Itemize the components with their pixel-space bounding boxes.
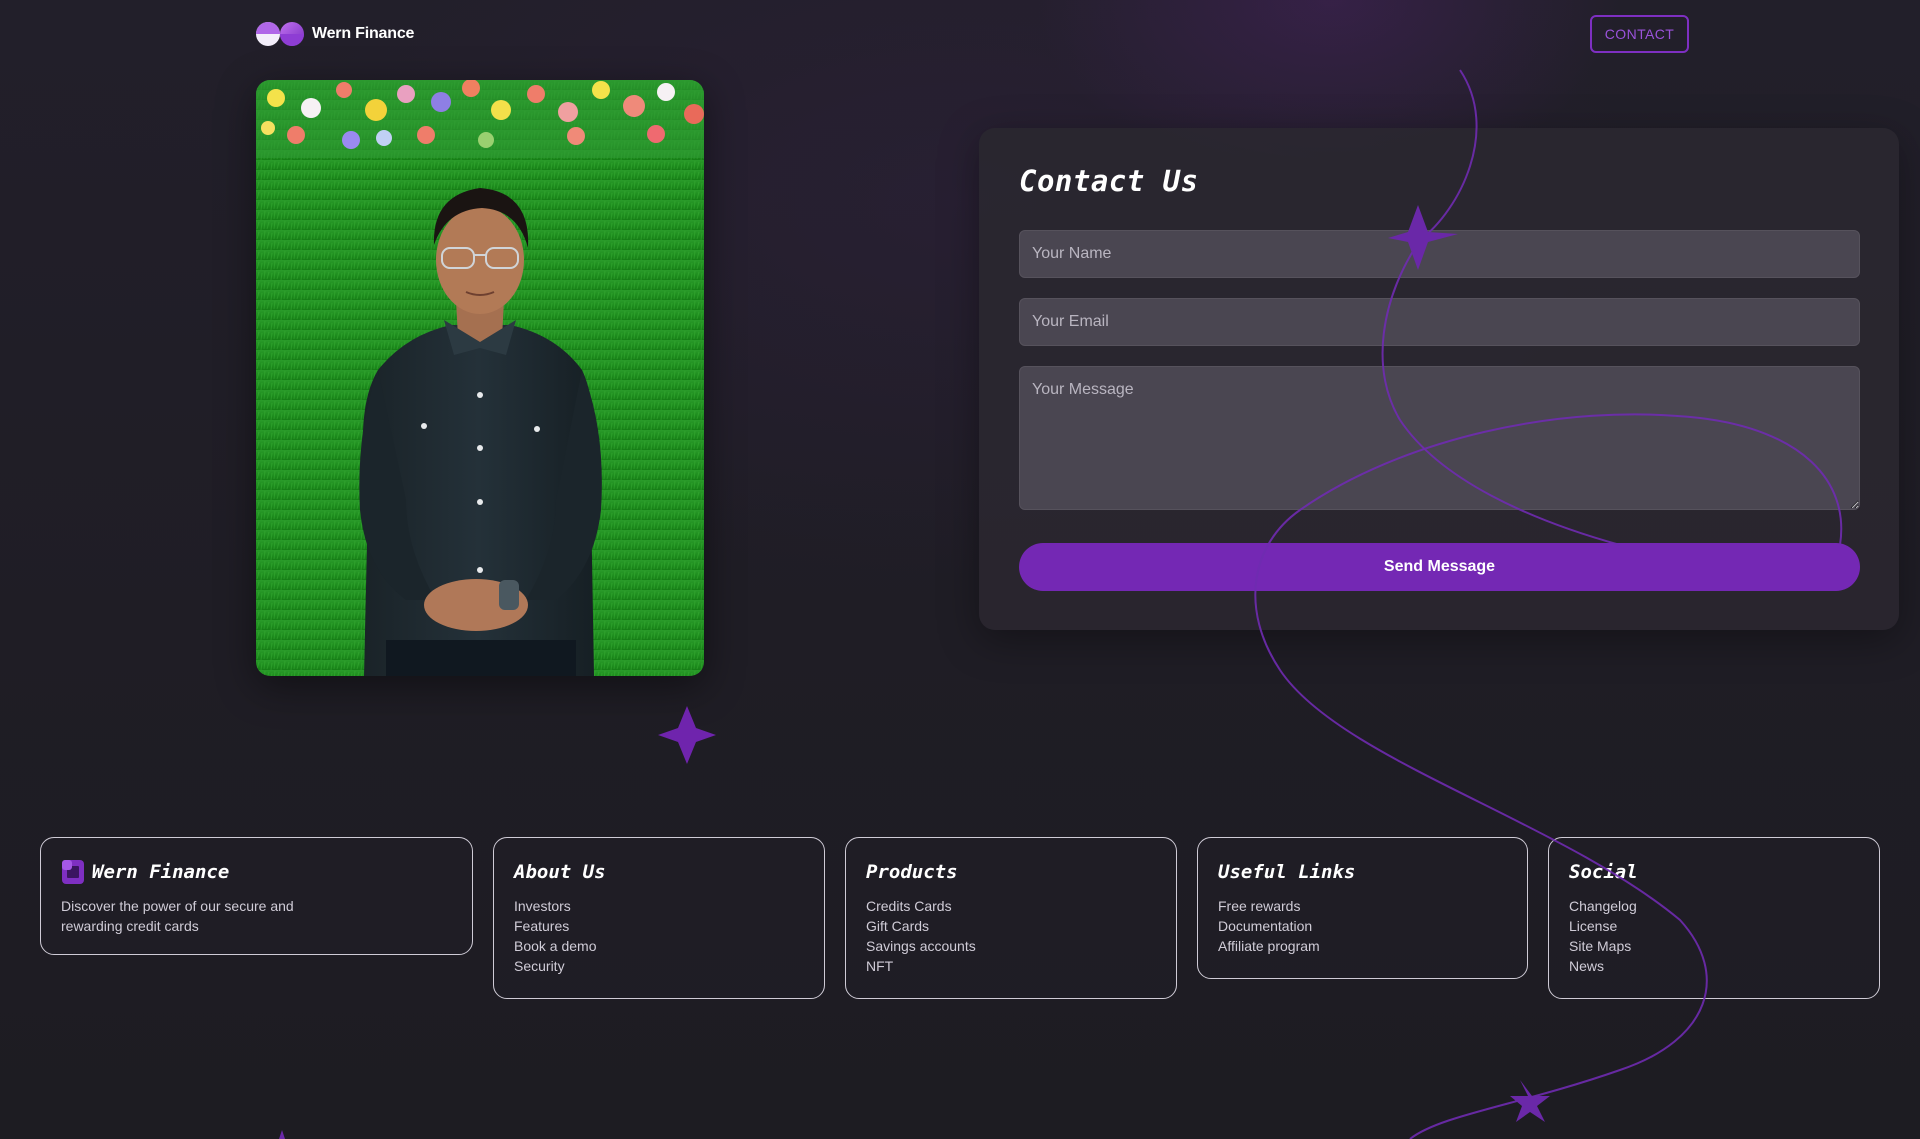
footer-column-social: Social Changelog License Site Maps News bbox=[1548, 837, 1880, 999]
footer-column-title: Useful Links bbox=[1218, 861, 1356, 883]
contact-form: Contact Us Send Message bbox=[979, 128, 1899, 630]
footer-link-affiliate[interactable]: Affiliate program bbox=[1218, 938, 1320, 954]
footer-link-documentation[interactable]: Documentation bbox=[1218, 918, 1312, 934]
send-message-button[interactable]: Send Message bbox=[1019, 543, 1860, 591]
footer-link-features[interactable]: Features bbox=[514, 918, 569, 934]
footer-column-products: Products Credits Cards Gift Cards Saving… bbox=[845, 837, 1177, 999]
footer-link-gift-cards[interactable]: Gift Cards bbox=[866, 918, 929, 934]
footer-link-credit-cards[interactable]: Credits Cards bbox=[866, 898, 952, 914]
footer-link-investors[interactable]: Investors bbox=[514, 898, 571, 914]
person-portrait-photo bbox=[256, 80, 704, 676]
footer-link-site-maps[interactable]: Site Maps bbox=[1569, 938, 1631, 954]
footer-brand-description: Discover the power of our secure and rew… bbox=[61, 898, 294, 934]
wern-square-icon bbox=[62, 860, 84, 884]
brand-name: Wern Finance bbox=[312, 25, 415, 42]
name-input[interactable] bbox=[1019, 230, 1860, 278]
footer-column-title: Products bbox=[866, 861, 958, 883]
footer-link-news[interactable]: News bbox=[1569, 958, 1604, 974]
footer-column-useful-links: Useful Links Free rewards Documentation … bbox=[1197, 837, 1528, 979]
footer-column-title: Social bbox=[1569, 861, 1638, 883]
message-textarea[interactable] bbox=[1019, 366, 1860, 510]
footer-link-book-demo[interactable]: Book a demo bbox=[514, 938, 597, 954]
brand[interactable]: Wern Finance bbox=[254, 20, 414, 48]
contact-nav-button[interactable]: CONTACT bbox=[1590, 15, 1689, 53]
footer-link-license[interactable]: License bbox=[1569, 918, 1617, 934]
footer-link-security[interactable]: Security bbox=[514, 958, 565, 974]
footer-link-changelog[interactable]: Changelog bbox=[1569, 898, 1637, 914]
wern-finance-logo-icon bbox=[256, 22, 304, 46]
footer-link-savings[interactable]: Savings accounts bbox=[866, 938, 976, 954]
footer-brand-card: Wern Finance Discover the power of our s… bbox=[40, 837, 473, 955]
footer-brand-title: Wern Finance bbox=[92, 861, 230, 883]
footer-link-free-rewards[interactable]: Free rewards bbox=[1218, 898, 1300, 914]
footer-column-about: About Us Investors Features Book a demo … bbox=[493, 837, 825, 999]
contact-title: Contact Us bbox=[1019, 164, 1199, 198]
footer-link-nft[interactable]: NFT bbox=[866, 958, 893, 974]
email-input[interactable] bbox=[1019, 298, 1860, 346]
profile-photo bbox=[256, 80, 704, 676]
footer-column-title: About Us bbox=[514, 861, 606, 883]
